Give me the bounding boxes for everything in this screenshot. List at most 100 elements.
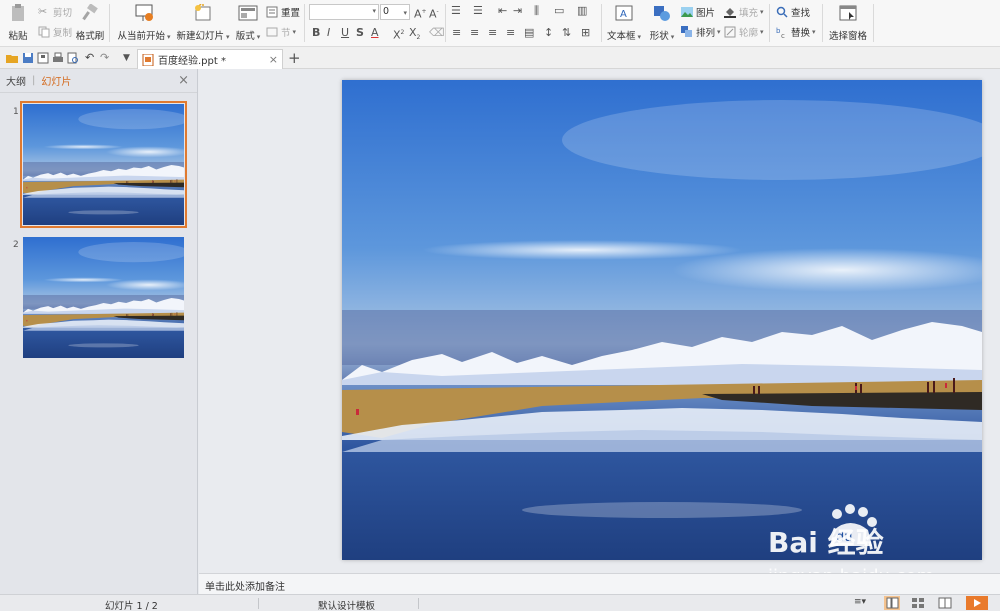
shape-icon xyxy=(654,6,670,21)
slides-panel: 大纲 | 幻灯片 × 1 2 xyxy=(0,69,198,594)
replace-label: 替换 xyxy=(791,28,811,39)
outline-label: 轮廓 xyxy=(739,28,759,39)
increase-font-icon[interactable]: A+ xyxy=(414,6,427,21)
reset-button[interactable]: 重置 xyxy=(266,4,300,20)
tab-outline[interactable]: 大纲 xyxy=(6,73,26,88)
subscript-icon[interactable]: X2 xyxy=(409,26,420,44)
arrange-button[interactable]: 排列 ▾ xyxy=(681,24,721,40)
slide-thumbnail[interactable] xyxy=(23,237,184,358)
undo-icon[interactable]: ↶ xyxy=(85,52,97,64)
lake-mountain-photo xyxy=(342,80,982,560)
align-text-icon[interactable]: ▭ xyxy=(554,5,564,17)
tab-slides[interactable]: 幻灯片 xyxy=(41,73,71,88)
align-right-icon[interactable]: ≡ xyxy=(488,27,497,39)
notes-field[interactable]: 单击此处添加备注 xyxy=(199,573,1000,594)
italic-icon[interactable]: I xyxy=(327,27,330,39)
slide-thumbnail[interactable] xyxy=(20,101,187,228)
font-color-icon[interactable]: A xyxy=(371,27,379,39)
section-button[interactable]: 节 ▾ xyxy=(266,24,296,40)
section-icon xyxy=(266,27,278,37)
new-slide-icon xyxy=(195,4,211,21)
underline-icon[interactable]: U xyxy=(341,27,349,39)
columns-icon[interactable]: ▥ xyxy=(577,5,587,17)
shape-button[interactable]: 形状 ▾ xyxy=(648,0,676,42)
justify-icon[interactable]: ≡ xyxy=(506,27,515,39)
arrange-label: 排列 xyxy=(696,28,716,39)
smart-art-icon[interactable]: ⊞ xyxy=(581,27,590,39)
distribute-icon[interactable]: ▤ xyxy=(524,27,534,39)
open-folder-icon[interactable] xyxy=(6,52,18,64)
close-panel-icon[interactable]: × xyxy=(178,73,189,88)
font-size-value: 0 xyxy=(383,6,390,17)
reset-label: 重置 xyxy=(281,8,301,19)
find-button[interactable]: 查找 xyxy=(776,4,810,20)
ribbon-divider xyxy=(601,4,602,42)
bullet-list-icon[interactable]: ☰ xyxy=(451,5,461,17)
font-name-field[interactable]: ▾ xyxy=(309,4,379,20)
layout-button[interactable]: 版式 ▾ xyxy=(234,0,262,42)
customize-toolbar-icon[interactable]: ▼ xyxy=(123,52,135,64)
ribbon-divider xyxy=(109,4,110,42)
ribbon-divider xyxy=(822,4,823,42)
close-icon[interactable]: × xyxy=(269,53,278,66)
align-center-icon[interactable]: ≡ xyxy=(470,27,479,39)
fill-bucket-icon xyxy=(724,8,736,18)
paste-button[interactable]: 粘贴 xyxy=(6,0,30,42)
slide-number: 1 xyxy=(13,107,19,117)
numbered-list-icon[interactable]: ☰ xyxy=(473,5,483,17)
redo-icon[interactable]: ↷ xyxy=(100,52,112,64)
outline-pen-icon xyxy=(724,26,736,38)
watermark-brand: Bai 经验 xyxy=(768,526,884,559)
outline-button[interactable]: 轮廓 ▾ xyxy=(724,24,764,40)
template-name[interactable]: 默认设计模板 xyxy=(318,598,375,611)
clear-format-icon[interactable]: ⌫ xyxy=(429,27,445,39)
para-spacing-icon[interactable]: ⇅ xyxy=(562,27,571,39)
save-as-icon[interactable] xyxy=(37,52,49,64)
align-left-icon[interactable]: ≡ xyxy=(452,27,461,39)
cut-label: 剪切 xyxy=(53,8,73,19)
selection-pane-label: 选择窗格 xyxy=(828,31,867,42)
format-painter-button[interactable]: 格式刷 xyxy=(74,0,106,42)
decrease-indent-icon[interactable]: ⇤ xyxy=(498,5,507,17)
bold-icon[interactable]: B xyxy=(312,27,320,39)
save-icon[interactable] xyxy=(22,52,34,64)
ribbon-divider xyxy=(445,4,446,42)
status-divider xyxy=(258,598,259,609)
new-slide-button[interactable]: 新建幻灯片 ▾ xyxy=(176,0,230,42)
search-icon xyxy=(776,6,788,18)
reading-view-icon[interactable] xyxy=(937,596,953,610)
print-icon[interactable] xyxy=(52,52,64,64)
document-tab[interactable]: 百度经验.ppt * × xyxy=(137,49,283,69)
tab-divider: | xyxy=(32,75,36,86)
copy-button[interactable]: 复制 xyxy=(38,24,72,40)
text-direction-icon[interactable]: ⫼ xyxy=(534,5,539,17)
decrease-font-icon[interactable]: A- xyxy=(429,6,439,21)
shadow-icon[interactable]: S xyxy=(356,27,364,39)
selection-pane-icon xyxy=(839,5,857,21)
selection-pane-button[interactable]: 选择窗格 xyxy=(828,0,868,42)
line-spacing-icon[interactable]: ↕ xyxy=(544,27,553,39)
slide-number: 2 xyxy=(13,240,19,250)
brush-icon xyxy=(82,4,98,21)
play-from-current-button[interactable]: 从当前开始 ▾ xyxy=(116,0,172,42)
new-tab-icon[interactable]: + xyxy=(288,49,301,67)
superscript-icon[interactable]: X2 xyxy=(393,27,404,42)
slideshow-icon xyxy=(135,4,153,21)
slide-sorter-icon[interactable] xyxy=(910,596,926,610)
replace-button[interactable]: bc 替换 ▾ xyxy=(776,24,816,40)
fill-button[interactable]: 填充 ▾ xyxy=(724,4,764,20)
textbox-button[interactable]: A 文本框 ▾ xyxy=(607,0,641,42)
shape-label: 形状 ▾ xyxy=(649,31,675,42)
paste-icon xyxy=(12,4,24,21)
print-preview-icon[interactable] xyxy=(67,52,79,64)
slide-canvas[interactable] xyxy=(342,80,982,560)
cut-button[interactable]: ✂ 剪切 xyxy=(38,4,72,20)
notes-toggle-icon[interactable]: ≡▾ xyxy=(854,597,866,607)
picture-button[interactable]: 图片 xyxy=(681,4,715,20)
font-size-field[interactable]: 0 ▾ xyxy=(380,4,410,20)
normal-view-icon[interactable] xyxy=(884,596,900,610)
panel-tabs: 大纲 | 幻灯片 xyxy=(0,69,197,93)
ribbon-divider xyxy=(304,4,305,42)
increase-indent-icon[interactable]: ⇥ xyxy=(513,5,522,17)
slideshow-button[interactable] xyxy=(966,596,988,610)
